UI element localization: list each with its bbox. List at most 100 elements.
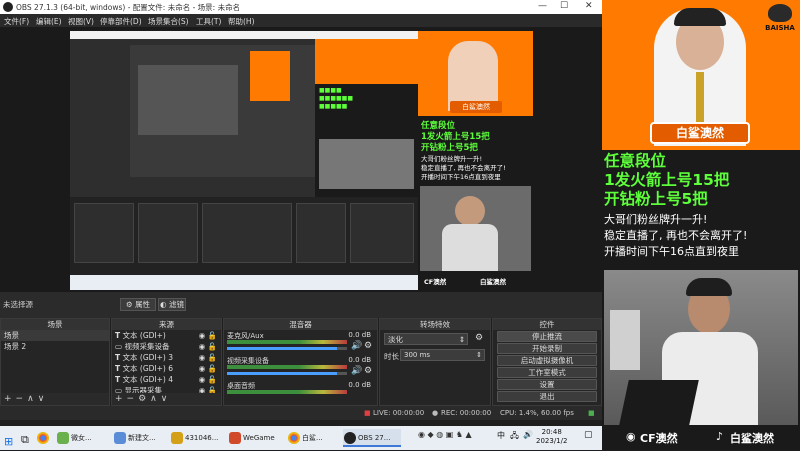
camera-feed xyxy=(604,270,798,425)
properties-label: 属性 xyxy=(135,300,151,309)
menu-view[interactable]: 视图(V) xyxy=(68,16,94,27)
app-icon xyxy=(114,432,126,444)
note-lines: 大哥们粉丝牌升一升! 稳定直播了, 再也不会离开了! 开播时间下午16点直到夜里 xyxy=(604,212,747,260)
scene-item[interactable]: 场景 2 xyxy=(1,341,109,352)
eye-lock-icon[interactable]: ◉ 🔓 xyxy=(199,352,217,363)
eye-lock-icon[interactable]: ◉ 🔓 xyxy=(199,363,217,374)
studio-mode-button[interactable]: 工作室模式 xyxy=(497,367,597,378)
volume-slider[interactable] xyxy=(227,347,347,350)
audio-meter xyxy=(227,365,347,369)
sources-dock: 来源 T 文本 (GDI+) ◉ 🔓 ▭ 视频采集设备 ◉ 🔓 T 文本 (GDI+… xyxy=(111,318,222,406)
text-source-icon: T xyxy=(115,331,121,340)
source-item[interactable]: T 文本 (GDI+) ◉ 🔓 xyxy=(112,330,221,341)
transition-select[interactable]: 淡化 ⇕ xyxy=(384,333,468,345)
task-view-icon: ⧉ xyxy=(21,433,29,446)
stream-header: BAISHA 白鲨澳然 xyxy=(602,0,800,150)
exit-button[interactable]: 退出 xyxy=(497,391,597,402)
eye-lock-icon[interactable]: ◉ 🔓 xyxy=(199,341,217,352)
start-virtual-camera-button[interactable]: 启动虚拟摄像机 xyxy=(497,355,597,366)
source-item[interactable]: ▭ 视频采集设备 ◉ 🔓 xyxy=(112,341,221,352)
settings-button[interactable]: 设置 xyxy=(497,379,597,390)
task-431046[interactable]: 431046... xyxy=(170,429,222,447)
menu-help[interactable]: 帮助(H) xyxy=(228,16,255,27)
chrome-pinned[interactable] xyxy=(36,429,50,447)
volume-fill xyxy=(227,372,337,375)
menu-scene-collection[interactable]: 场景集合(S) xyxy=(148,16,189,27)
obs-logo-icon xyxy=(3,2,13,12)
properties-button[interactable]: ⚙ 属性 xyxy=(120,298,156,311)
source-item[interactable]: T 文本 (GDI+) 4 ◉ 🔓 xyxy=(112,374,221,385)
mixer-channel: 视频采集设备 0.0 dB 🔊 ⚙ xyxy=(224,355,377,380)
stop-streaming-button[interactable]: 停止推流 xyxy=(497,331,597,342)
task-view-button[interactable]: ⧉ xyxy=(20,429,34,447)
gear-icon[interactable]: ⚙ xyxy=(364,366,372,376)
close-button[interactable]: ✕ xyxy=(585,1,593,11)
nested-body xyxy=(442,224,498,271)
shark-icon xyxy=(768,4,792,22)
volume-slider[interactable] xyxy=(227,372,347,375)
scenes-toolbar: +−∧∨ xyxy=(1,393,109,405)
channel-db: 0.0 dB xyxy=(348,381,371,389)
nested-promo-lines: 任意段位 1发火箭上号15把 开钻粉上号5把 xyxy=(421,121,490,154)
notification-icon[interactable]: ▢ xyxy=(584,430,593,440)
add-icon[interactable]: + xyxy=(4,394,16,404)
speaker-icon[interactable]: 🔊 xyxy=(351,366,362,376)
start-button[interactable]: ⊞ xyxy=(2,429,16,448)
menu-tools[interactable]: 工具(T) xyxy=(196,16,221,27)
start-recording-button[interactable]: 开始录制 xyxy=(497,343,597,354)
task-wegame[interactable]: WeGame xyxy=(228,429,283,447)
network-icon[interactable]: 🖧 xyxy=(510,430,519,444)
minimize-button[interactable]: — xyxy=(538,1,547,11)
promo-line-2: 1发火箭上号15把 xyxy=(604,171,730,189)
task-baisha[interactable]: 白鲨... xyxy=(287,429,339,447)
stream-overlay-panel: BAISHA 白鲨澳然 任意段位 1发火箭上号15把 开钻粉上号5把 大哥们粉丝… xyxy=(602,0,800,450)
gear-icon[interactable]: ⚙ xyxy=(475,333,483,343)
stream-status-icon: ■ xyxy=(588,409,595,417)
speaker-icon[interactable]: 🔊 xyxy=(351,341,362,351)
source-label: 文本 (GDI+) xyxy=(122,331,166,340)
source-item[interactable]: T 文本 (GDI+) 3 ◉ 🔓 xyxy=(112,352,221,363)
menu-docks[interactable]: 停靠部件(D) xyxy=(100,16,142,27)
preview-canvas[interactable]: ■■■■ ■■■■■■ ■■■■■ 白鲨澳然 任意段位 1发火箭上号15把 开钻粉上… xyxy=(70,31,533,290)
add-icon[interactable]: + xyxy=(115,394,127,404)
eye-lock-icon[interactable]: ◉ 🔓 xyxy=(199,330,217,341)
duration-input[interactable]: 300 ms ⇕ xyxy=(400,349,485,361)
clock-date: 2023/1/2 xyxy=(536,437,568,445)
task-weixin[interactable]: 微女... xyxy=(56,429,104,447)
gear-icon[interactable]: ⚙ xyxy=(364,341,372,351)
source-item[interactable]: T 文本 (GDI+) 6 ◉ 🔓 xyxy=(112,363,221,374)
chevron-down-icon[interactable]: ∨ xyxy=(38,394,49,404)
remove-icon[interactable]: − xyxy=(127,394,139,404)
nested-screen xyxy=(138,65,238,135)
windows-logo-icon: ⊞ xyxy=(4,435,14,448)
chevron-down-icon[interactable]: ∨ xyxy=(161,394,172,404)
scenes-dock: 场景 场景 场景 2 +−∧∨ xyxy=(0,318,110,406)
gear-icon[interactable]: ⚙ xyxy=(138,394,150,404)
transition-row: 淡化 ⇕ ⚙ xyxy=(380,330,490,348)
cpu-fps: CPU: 1.4%, 60.00 fps xyxy=(500,409,574,417)
ime-indicator[interactable]: 中 xyxy=(497,430,505,441)
maximize-button[interactable]: ☐ xyxy=(560,1,568,11)
task-label: 白鲨... xyxy=(302,434,323,442)
tray-app-icons[interactable]: ◉ ◆ ◍ ▣ ♞ ▲ xyxy=(418,430,472,439)
eye-lock-icon[interactable]: ◉ 🔓 xyxy=(199,374,217,385)
task-new-doc[interactable]: 新建文... xyxy=(113,429,165,447)
volume-icon[interactable]: 🔊 xyxy=(523,430,533,439)
window-title: OBS 27.1.3 (64-bit, windows) - 配置文件: 未命名… xyxy=(16,3,241,12)
nested-obs-preview: ■■■■ ■■■■■■ ■■■■■ xyxy=(70,31,418,197)
menu-file[interactable]: 文件(F) xyxy=(4,16,29,27)
chevron-up-icon[interactable]: ∧ xyxy=(150,394,161,404)
remove-icon[interactable]: − xyxy=(16,394,28,404)
transitions-header: 转场特效 xyxy=(380,319,490,330)
chevron-up-icon[interactable]: ∧ xyxy=(27,394,38,404)
weibo-icon: ◉ xyxy=(626,430,636,443)
source-label: 视频采集设备 xyxy=(124,342,170,351)
scene-item[interactable]: 场景 xyxy=(1,330,109,341)
nested-stream-header xyxy=(315,39,418,84)
clock[interactable]: 20:48 2023/1/2 xyxy=(536,428,567,446)
wegame-icon xyxy=(229,432,241,444)
app-icon xyxy=(171,432,183,444)
task-obs[interactable]: OBS 27... xyxy=(343,429,401,447)
menu-edit[interactable]: 编辑(E) xyxy=(36,16,62,27)
filters-button[interactable]: ◐ 滤镜 xyxy=(158,298,186,311)
